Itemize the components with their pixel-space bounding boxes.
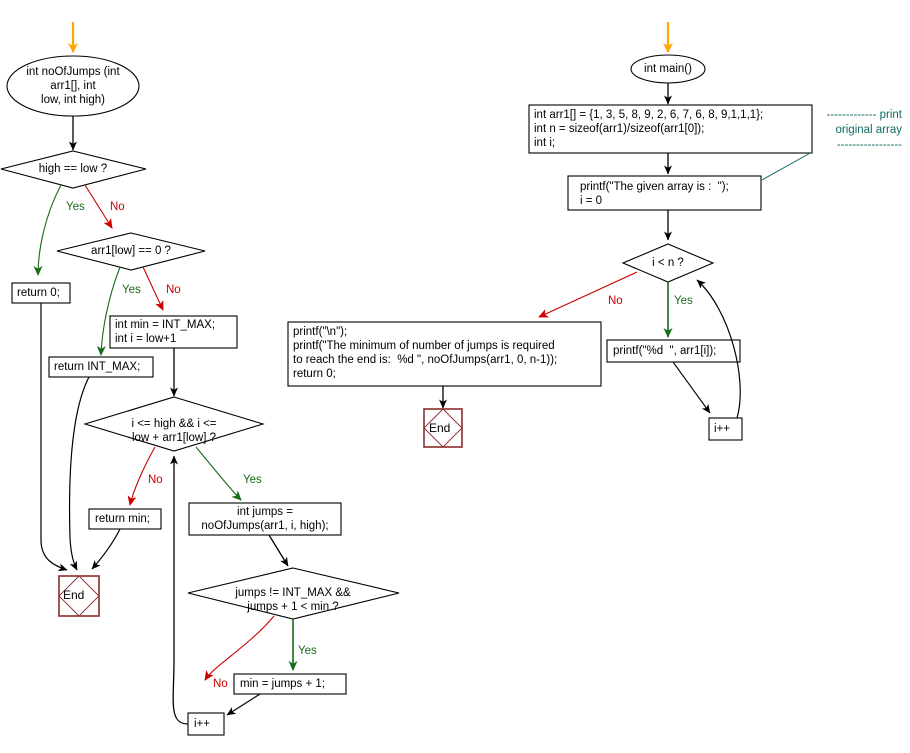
shape-decision-jumps[interactable]	[187, 567, 400, 620]
shape-return-int-max[interactable]	[48, 356, 154, 378]
shape-print-element[interactable]	[606, 339, 741, 363]
edge-label-arrzero-no: No	[166, 284, 181, 296]
shape-decision-arr-zero[interactable]	[56, 232, 206, 271]
connector-incr-back-to-loop	[170, 455, 189, 725]
shape-decision-high-low[interactable]	[0, 150, 147, 189]
annotation-print-original-array: ------------- print original array -----…	[826, 109, 902, 151]
shape-increment-i-right[interactable]	[708, 417, 743, 441]
connector-returnmin-to-end	[91, 528, 121, 570]
edge-label-jumpsdec-no: No	[213, 678, 228, 690]
shape-print-header[interactable]	[567, 175, 762, 211]
shape-init-min-i[interactable]	[109, 315, 238, 349]
shape-decision-i-lt-n[interactable]	[621, 243, 715, 283]
connector-jumps-to-decision	[268, 534, 289, 567]
edge-label-iltn-no: No	[608, 295, 623, 307]
connector-printelem-to-incr	[672, 361, 711, 414]
connector-return0-to-end	[40, 303, 68, 572]
text-end-left: End	[63, 588, 85, 602]
connector-jumpsdec-no	[204, 615, 275, 681]
shape-return-min[interactable]	[88, 508, 162, 530]
edge-label-iltn-yes: Yes	[674, 295, 693, 307]
annotation-leader-line	[761, 151, 813, 181]
connector-loop-yes	[195, 446, 242, 501]
connector-assignmin-to-incr	[226, 693, 261, 716]
connector-highlow-yes	[33, 184, 62, 276]
shape-call-jumps[interactable]	[188, 502, 342, 536]
shape-function-header[interactable]	[6, 55, 140, 117]
text-end-right: End	[429, 421, 451, 435]
edge-label-loop-yes: Yes	[243, 474, 262, 486]
edge-label-highlow-yes: Yes	[66, 201, 85, 213]
shape-assign-min[interactable]	[233, 673, 347, 695]
connector-returnintmax-to-end	[68, 376, 90, 571]
shape-increment-i-left[interactable]	[187, 712, 225, 736]
shape-decision-loop[interactable]	[83, 396, 265, 452]
edge-label-arrzero-yes: Yes	[122, 284, 141, 296]
edge-label-jumpsdec-yes: Yes	[298, 645, 317, 657]
shape-return-zero[interactable]	[11, 282, 71, 304]
flowchart-canvas: int noOfJumps (int arr1[], int low, int …	[0, 0, 910, 753]
connector-arrzero-no	[142, 266, 164, 311]
shape-main-header[interactable]	[630, 54, 706, 84]
edge-label-loop-no: No	[148, 474, 163, 486]
edge-label-highlow-no: No	[110, 201, 125, 213]
connector-highlow-no	[84, 184, 113, 229]
shape-final-output[interactable]	[287, 321, 602, 387]
